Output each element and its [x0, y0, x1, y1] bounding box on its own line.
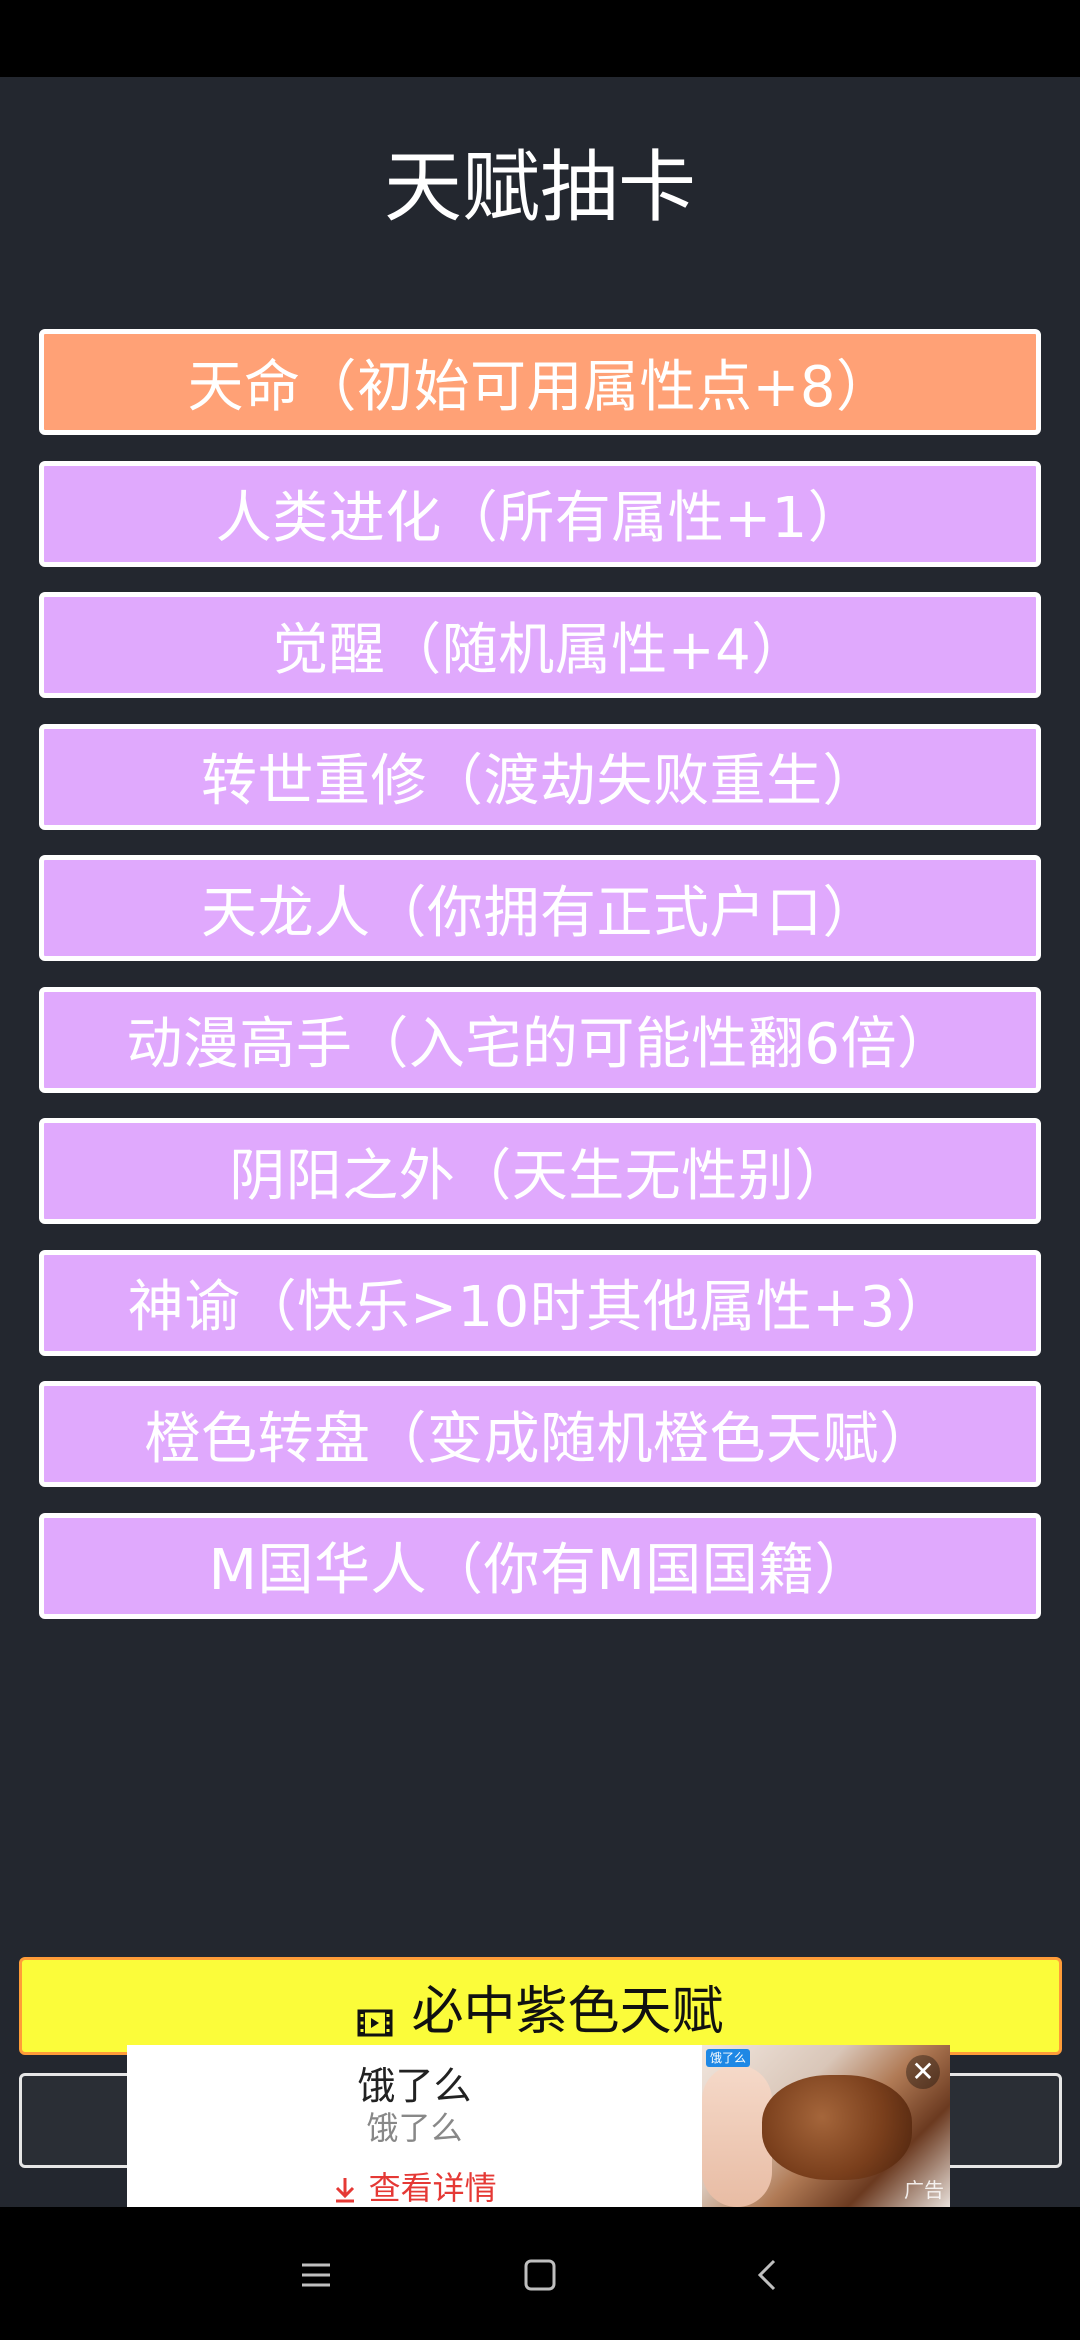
ad-text-area[interactable]: 饿了么 饿了么 查看详情 — [127, 2045, 702, 2207]
ad-details-link[interactable]: 查看详情 — [127, 2163, 702, 2207]
back-icon[interactable] — [738, 2245, 798, 2305]
ad-title: 饿了么 — [357, 2064, 472, 2108]
ad-image-dish — [762, 2075, 912, 2180]
talent-card[interactable]: 橙色转盘（变成随机橙色天赋） — [39, 1381, 1041, 1487]
talent-list: 天命（初始可用属性点+8） 人类进化（所有属性+1） 觉醒（随机属性+4） 转世… — [39, 329, 1041, 1644]
home-icon[interactable] — [510, 2245, 570, 2305]
talent-card[interactable]: 动漫高手（入宅的可能性翻6倍） — [39, 986, 1041, 1093]
talent-card[interactable]: 转世重修（渡劫失败重生） — [39, 723, 1041, 830]
ad-brand-badge: 饿了么 — [706, 2049, 751, 2067]
ad-food-image[interactable]: 饿了么 ✕ 广告 — [702, 2045, 950, 2207]
download-arrow-icon — [332, 2169, 368, 2207]
ad-watermark: 广告 — [904, 2178, 944, 2202]
ad-subtitle: 饿了么 — [366, 2109, 463, 2147]
talent-card[interactable]: M国华人（你有M国国籍） — [39, 1512, 1041, 1619]
guaranteed-button-label: 必中紫色天赋 — [411, 1981, 724, 2042]
menu-icon[interactable] — [286, 2245, 346, 2305]
talent-card[interactable]: 天龙人（你拥有正式户口） — [39, 855, 1041, 961]
talent-card[interactable]: 神谕（快乐>10时其他属性+3） — [39, 1249, 1041, 1356]
talent-card[interactable]: 人类进化（所有属性+1） — [39, 460, 1041, 567]
status-bar — [0, 0, 1080, 77]
system-nav-bar — [0, 2207, 1080, 2340]
talent-card-orange[interactable]: 天命（初始可用属性点+8） — [39, 329, 1041, 435]
talent-card[interactable]: 阴阳之外（天生无性别） — [39, 1118, 1041, 1224]
ad-banner[interactable]: 饿了么 饿了么 查看详情 饿了么 ✕ 广告 — [127, 2045, 950, 2207]
page-title: 天赋抽卡 — [383, 143, 696, 233]
guaranteed-purple-talent-button[interactable]: 必中紫色天赋 — [19, 1957, 1062, 2055]
talent-card[interactable]: 觉醒（随机属性+4） — [39, 592, 1041, 698]
film-icon — [357, 1991, 393, 2037]
ad-details-label: 查看详情 — [368, 2169, 497, 2207]
close-icon[interactable]: ✕ — [906, 2055, 940, 2089]
